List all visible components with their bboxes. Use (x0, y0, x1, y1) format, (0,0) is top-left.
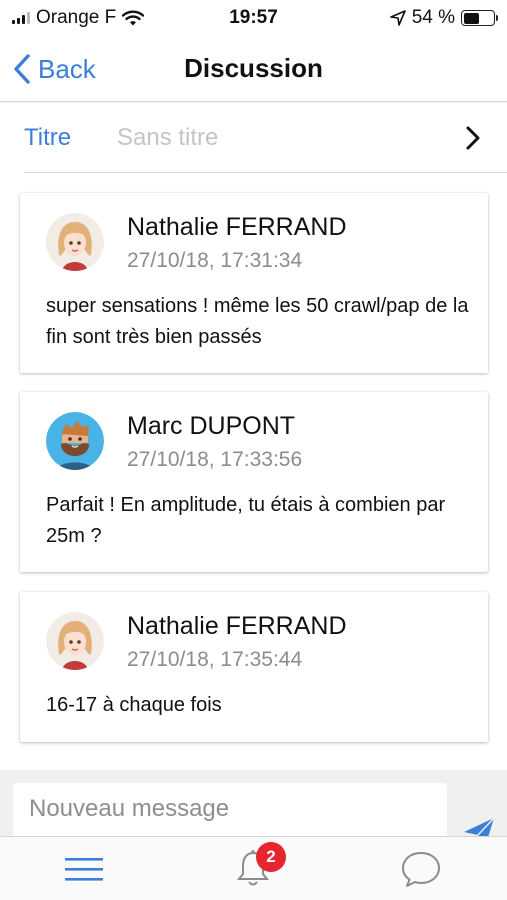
nav-bar: Back Discussion (0, 36, 507, 102)
message-text: super sensations ! même les 50 crawl/pap… (46, 295, 469, 348)
message-timestamp: 27/10/18, 17:35:44 (127, 648, 303, 671)
message-card: Marc DUPONT 27/10/18, 17:33:56 Parfait !… (20, 392, 488, 572)
title-label: Titre (24, 124, 72, 151)
message-card: Nathalie FERRAND 27/10/18, 17:35:44 16-1… (20, 592, 488, 742)
back-button[interactable]: Back (12, 50, 96, 88)
hamburger-menu-icon (65, 858, 103, 881)
signal-strength-icon (12, 12, 30, 24)
chevron-left-icon (14, 54, 30, 84)
tab-bar: 2 (0, 836, 507, 900)
battery-icon (461, 10, 498, 26)
message-author: Nathalie FERRAND (127, 213, 347, 241)
back-label: Back (38, 53, 96, 84)
title-value: Sans titre (117, 124, 219, 151)
send-icon (464, 817, 495, 836)
chat-bubble-icon (402, 852, 440, 887)
status-left: Orange F (12, 7, 145, 29)
title-row[interactable]: Titre Sans titre (0, 103, 507, 173)
message-text: 16-17 à chaque fois (46, 694, 222, 716)
chevron-right-icon[interactable] (463, 125, 483, 151)
status-right: 54 % (389, 7, 498, 29)
tab-notifications[interactable]: 2 (213, 837, 293, 900)
tab-chat[interactable] (381, 837, 461, 900)
notification-badge: 2 (256, 842, 286, 872)
message-input[interactable] (13, 783, 447, 836)
message-author: Nathalie FERRAND (127, 612, 347, 640)
wifi-icon (122, 10, 145, 26)
send-button[interactable] (462, 816, 496, 836)
message-text: Parfait ! En amplitude, tu étais à combi… (46, 494, 446, 547)
message-author: Marc DUPONT (127, 412, 296, 440)
message-list: Nathalie FERRAND 27/10/18, 17:31:34 supe… (0, 173, 507, 770)
battery-level (463, 12, 480, 24)
status-bar: Orange F 19:57 54 % (0, 0, 507, 36)
location-arrow-icon (389, 10, 406, 26)
message-timestamp: 27/10/18, 17:33:56 (127, 448, 303, 471)
battery-percent: 54 % (411, 7, 455, 28)
avatar-marc (46, 412, 104, 470)
message-card: Nathalie FERRAND 27/10/18, 17:31:34 supe… (20, 193, 488, 373)
message-timestamp: 27/10/18, 17:31:34 (127, 249, 303, 272)
tab-menu[interactable] (44, 837, 124, 900)
carrier-name: Orange F (36, 7, 117, 28)
avatar-nathalie (46, 213, 104, 271)
message-composer (0, 770, 507, 836)
avatar-nathalie (46, 612, 104, 670)
